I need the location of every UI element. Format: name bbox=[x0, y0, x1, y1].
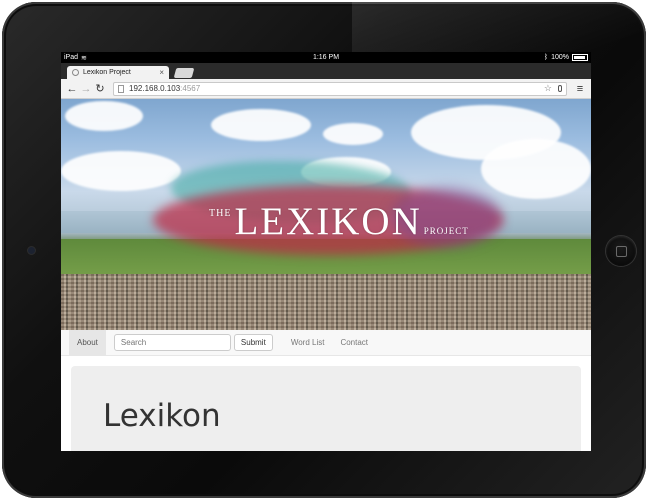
tab-title: Lexikon Project bbox=[83, 69, 131, 76]
cloud bbox=[65, 101, 143, 131]
town-texture bbox=[61, 274, 591, 330]
star-icon[interactable]: ☆ bbox=[544, 83, 552, 94]
hamburger-menu-icon[interactable]: ≡ bbox=[573, 83, 587, 95]
url-host: 192.168.0.103 bbox=[129, 84, 181, 93]
clock: 1:16 PM bbox=[312, 54, 340, 61]
screen: iPad ≋ 1:16 PM ᛒ 100% Lexikon Project × … bbox=[61, 52, 591, 451]
hero-banner: THELEXIKON PROJECT bbox=[61, 99, 591, 330]
site-logo: THELEXIKON PROJECT bbox=[209, 199, 469, 244]
battery-icon bbox=[572, 54, 588, 61]
jumbotron: Lexikon bbox=[71, 366, 581, 451]
url-port: :4567 bbox=[180, 84, 201, 93]
forward-arrow-icon[interactable]: → bbox=[79, 79, 93, 99]
microphone-icon[interactable] bbox=[558, 85, 562, 92]
close-tab-icon[interactable]: × bbox=[159, 68, 164, 77]
new-tab-button[interactable] bbox=[173, 68, 195, 78]
tab-strip: Lexikon Project × bbox=[61, 63, 591, 79]
camera-icon bbox=[28, 247, 35, 254]
logo-project: PROJECT bbox=[423, 226, 469, 236]
site-navbar: About Submit Word List Contact bbox=[61, 329, 591, 356]
cloud bbox=[323, 123, 383, 145]
cloud bbox=[61, 151, 181, 191]
logo-the: THE bbox=[209, 208, 232, 219]
main-content: Lexikon bbox=[61, 356, 591, 451]
page-heading: Lexikon bbox=[103, 398, 221, 434]
ipad-frame: iPad ≋ 1:16 PM ᛒ 100% Lexikon Project × … bbox=[2, 2, 650, 498]
search-input[interactable] bbox=[113, 334, 231, 351]
nav-contact[interactable]: Contact bbox=[332, 330, 376, 356]
cloud bbox=[211, 109, 311, 141]
browser-toolbar: ← → ↻ 192.168.0.103 :4567 ☆ ≡ bbox=[61, 79, 591, 99]
nav-about[interactable]: About bbox=[69, 329, 106, 356]
submit-button[interactable]: Submit bbox=[233, 334, 273, 351]
reload-icon[interactable]: ↻ bbox=[93, 79, 107, 99]
address-bar[interactable]: 192.168.0.103 :4567 ☆ bbox=[113, 81, 567, 96]
globe-icon bbox=[72, 69, 79, 76]
home-button[interactable] bbox=[606, 236, 636, 266]
cloud bbox=[481, 139, 591, 199]
status-bar: iPad ≋ 1:16 PM ᛒ 100% bbox=[61, 52, 591, 63]
back-arrow-icon[interactable]: ← bbox=[65, 79, 79, 99]
nav-word-list[interactable]: Word List bbox=[283, 330, 333, 356]
browser-tab[interactable]: Lexikon Project × bbox=[67, 66, 169, 79]
logo-main: LEXIKON bbox=[234, 200, 422, 243]
page-icon bbox=[118, 84, 124, 93]
